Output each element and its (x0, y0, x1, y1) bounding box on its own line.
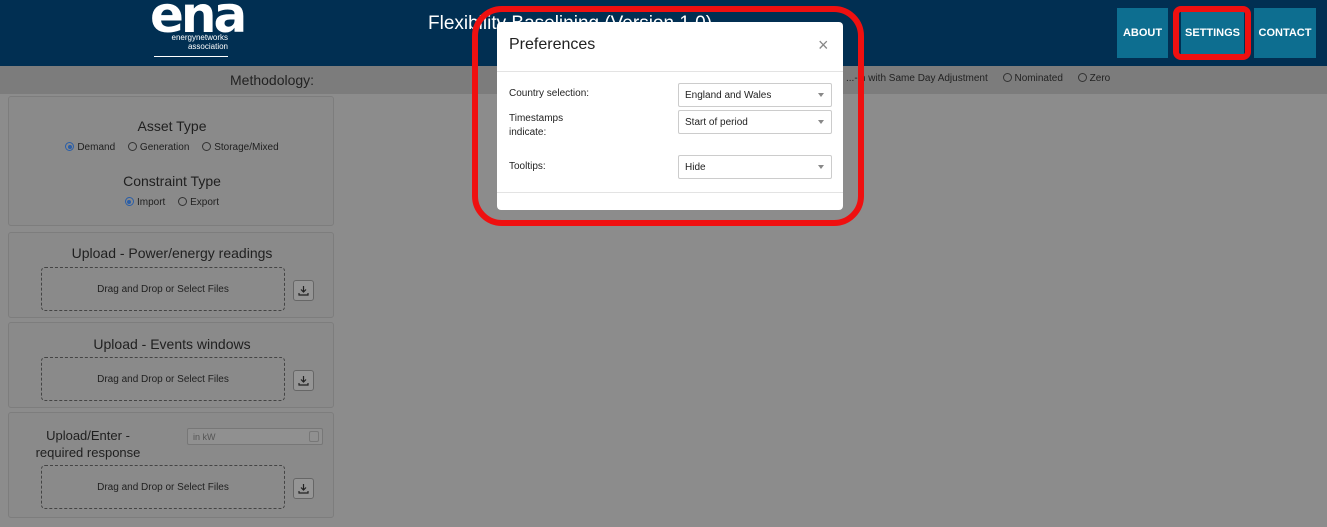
download-icon (298, 376, 309, 386)
upload-power-panel: Upload - Power/energy readings Drag and … (8, 232, 334, 318)
radio-icon (1002, 73, 1012, 82)
highlight-preferences-modal (472, 6, 864, 226)
download-template-button[interactable] (293, 478, 314, 499)
upload-response-title: Upload/Enter - required response (35, 428, 141, 460)
radio-icon (178, 197, 188, 206)
constraint-type-options: Import Export (9, 197, 335, 208)
upload-events-dropzone[interactable]: Drag and Drop or Select Files (41, 357, 285, 401)
download-icon (298, 484, 309, 494)
required-response-placeholder: in kW (193, 432, 216, 442)
methodology-option-nominated[interactable]: Nominated (1002, 73, 1063, 84)
asset-demand-radio[interactable]: Demand (65, 142, 115, 153)
radio-selected-icon (65, 142, 75, 151)
methodology-options: ...-in with Same Day Adjustment Nominate… (846, 73, 1110, 84)
logo-underline (154, 56, 228, 57)
radio-icon (127, 142, 137, 151)
download-icon (298, 286, 309, 296)
methodology-option-same-day[interactable]: ...-in with Same Day Adjustment (846, 73, 988, 84)
constraint-export-radio[interactable]: Export (178, 197, 219, 208)
logo-line-1: energynetworks (171, 33, 228, 42)
logo-line-2: association (187, 42, 228, 51)
methodology-option-zero[interactable]: Zero (1077, 73, 1110, 84)
highlight-settings-button (1173, 6, 1251, 60)
download-template-button[interactable] (293, 370, 314, 391)
number-spinner-icon[interactable] (309, 431, 319, 442)
upload-power-dropzone[interactable]: Drag and Drop or Select Files (41, 267, 285, 311)
upload-events-title: Upload - Events windows (93, 336, 251, 352)
asset-generation-radio[interactable]: Generation (127, 142, 189, 153)
contact-button[interactable]: CONTACT (1254, 8, 1316, 58)
radio-icon (1077, 73, 1087, 82)
asset-type-options: Demand Generation Storage/Mixed (9, 142, 335, 153)
upload-events-panel: Upload - Events windows Drag and Drop or… (8, 322, 334, 408)
methodology-label: Methodology: (230, 72, 315, 88)
about-button[interactable]: ABOUT (1117, 8, 1168, 58)
radio-icon (202, 142, 212, 151)
download-template-button[interactable] (293, 280, 314, 301)
upload-power-title: Upload - Power/energy readings (71, 245, 273, 261)
ena-logo[interactable]: ena energynetworks association (140, 0, 248, 62)
asset-type-title: Asset Type (137, 118, 207, 134)
asset-storage-radio[interactable]: Storage/Mixed (202, 142, 279, 153)
required-response-input[interactable]: in kW (187, 428, 323, 445)
asset-panel: Asset Type Demand Generation Storage/Mix… (8, 96, 334, 226)
radio-selected-icon (124, 197, 134, 206)
upload-response-dropzone[interactable]: Drag and Drop or Select Files (41, 465, 285, 509)
constraint-import-radio[interactable]: Import (124, 197, 165, 208)
constraint-type-title: Constraint Type (123, 173, 221, 189)
